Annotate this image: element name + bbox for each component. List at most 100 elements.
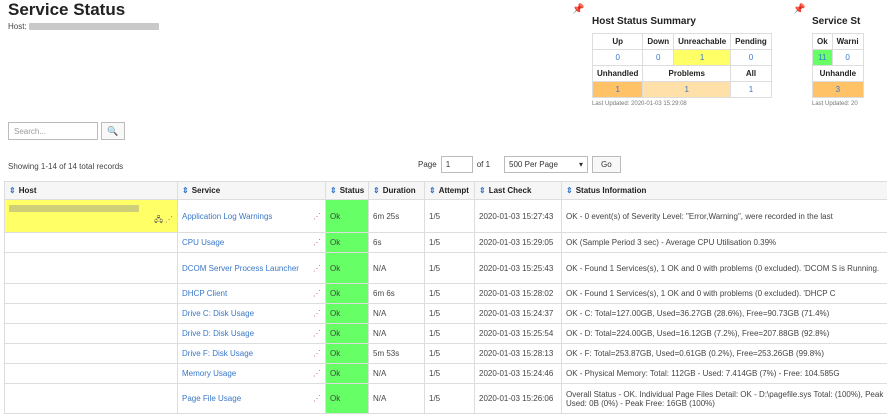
graph-icon: ⋰: [165, 215, 173, 224]
hdr-down: Down: [643, 34, 674, 50]
last-check-cell: 2020-01-03 15:28:13: [475, 344, 562, 364]
service-link[interactable]: Page File Usage: [182, 394, 241, 403]
attempt-cell: 1/5: [425, 384, 475, 414]
sort-icon: ⇕: [330, 186, 337, 195]
graph-icon[interactable]: ⋰: [313, 394, 321, 403]
val-ok[interactable]: 11: [813, 50, 833, 66]
val-all[interactable]: 1: [731, 82, 772, 98]
table-row: DHCP Client⋰ Ok 6m 6s 1/5 2020-01-03 15:…: [5, 284, 887, 304]
attempt-cell: 1/5: [425, 344, 475, 364]
graph-icon[interactable]: ⋰: [313, 238, 321, 247]
val-svc-unhandled[interactable]: 3: [813, 82, 864, 98]
pager: Page 1 of 1 500 Per Page ▾ Go: [418, 156, 621, 173]
host-cell: [5, 233, 178, 253]
val-unreachable[interactable]: 1: [674, 50, 731, 66]
service-link[interactable]: DHCP Client: [182, 289, 227, 298]
host-cell[interactable]: 🖧⋰: [5, 200, 178, 233]
graph-icon[interactable]: ⋰: [313, 264, 321, 273]
col-host[interactable]: ⇕Host: [5, 182, 178, 200]
last-check-cell: 2020-01-03 15:25:43: [475, 253, 562, 284]
col-status-info[interactable]: ⇕Status Information: [562, 182, 887, 200]
service-cell: Drive F: Disk Usage ⋰: [178, 344, 326, 364]
val-warning[interactable]: 0: [832, 50, 863, 66]
col-status-info-label: Status Information: [576, 186, 647, 195]
col-attempt-label: Attempt: [439, 186, 469, 195]
table-row: DCOM Server Process Launcher ⋰ Ok N/A 1/5…: [5, 253, 887, 284]
val-down[interactable]: 0: [643, 50, 674, 66]
page-input[interactable]: 1: [441, 156, 473, 173]
service-link[interactable]: Drive D: Disk Usage: [182, 329, 254, 338]
status-info-cell: OK - C: Total=127.00GB, Used=36.27GB (28…: [562, 304, 887, 324]
col-service[interactable]: ⇕Service: [178, 182, 326, 200]
service-link[interactable]: DCOM Server Process Launcher: [182, 264, 299, 273]
graph-icon[interactable]: ⋰: [313, 289, 321, 298]
status-cell: Ok: [326, 304, 369, 324]
search-button[interactable]: 🔍: [101, 122, 125, 140]
go-button[interactable]: Go: [592, 156, 621, 173]
redacted-host: [9, 205, 139, 212]
host-line: Host:: [8, 22, 159, 31]
status-cell: Ok: [326, 384, 369, 414]
service-cell: Drive C: Disk Usage ⋰: [178, 304, 326, 324]
col-attempt[interactable]: ⇕Attempt: [425, 182, 475, 200]
service-status-summary: Service St Ok Warni 11 0 Unhandle 3 Last…: [812, 16, 864, 107]
service-cell: Application Log Warnings ⋰: [178, 200, 326, 233]
attempt-cell: 1/5: [425, 253, 475, 284]
col-service-label: Service: [192, 186, 220, 195]
service-link[interactable]: Drive F: Disk Usage: [182, 349, 253, 358]
service-link[interactable]: CPU Usage: [182, 238, 224, 247]
host-action-icons[interactable]: 🖧⋰: [154, 214, 173, 228]
status-cell: Ok: [326, 200, 369, 233]
status-info-cell: OK - 0 event(s) of Severity Level: "Erro…: [562, 200, 887, 233]
pin-icon[interactable]: 📌: [572, 4, 584, 15]
table-row: CPU Usage⋰ Ok 6s 1/5 2020-01-03 15:29:05…: [5, 233, 887, 253]
status-info-cell: OK - D: Total=224.00GB, Used=16.12GB (7.…: [562, 324, 887, 344]
service-link[interactable]: Application Log Warnings: [182, 212, 272, 221]
sort-icon: ⇕: [9, 186, 16, 195]
val-up[interactable]: 0: [593, 50, 643, 66]
col-last-check[interactable]: ⇕Last Check: [475, 182, 562, 200]
per-page-value: 500 Per Page: [509, 160, 558, 169]
service-cell: Drive D: Disk Usage ⋰: [178, 324, 326, 344]
host-cell: [5, 344, 178, 364]
page-label: Page: [418, 160, 437, 169]
graph-icon[interactable]: ⋰: [313, 369, 321, 378]
status-cell: Ok: [326, 253, 369, 284]
status-cell: Ok: [326, 364, 369, 384]
val-problems[interactable]: 1: [643, 82, 731, 98]
col-status[interactable]: ⇕Status: [326, 182, 369, 200]
table-row: Drive D: Disk Usage⋰ Ok N/A 1/5 2020-01-…: [5, 324, 887, 344]
last-check-cell: 2020-01-03 15:26:06: [475, 384, 562, 414]
graph-icon[interactable]: ⋰: [313, 309, 321, 318]
service-link[interactable]: Memory Usage: [182, 369, 236, 378]
hdr-unreachable: Unreachable: [674, 34, 731, 50]
search-icon: 🔍: [107, 126, 118, 136]
service-link[interactable]: Drive C: Disk Usage: [182, 309, 254, 318]
col-status-label: Status: [340, 186, 364, 195]
graph-icon[interactable]: ⋰: [313, 212, 321, 221]
table-row: 🖧⋰ Application Log Warnings⋰ Ok 6m 25s 1…: [5, 200, 887, 233]
attempt-cell: 1/5: [425, 233, 475, 253]
duration-cell: N/A: [369, 253, 425, 284]
col-duration[interactable]: ⇕Duration: [369, 182, 425, 200]
duration-cell: N/A: [369, 364, 425, 384]
hdr-svc-unhandled: Unhandle: [813, 66, 864, 82]
col-host-label: Host: [19, 186, 37, 195]
host-status-summary: Host Status Summary Up Down Unreachable …: [592, 16, 772, 107]
host-cell: [5, 324, 178, 344]
service-summary-updated: Last Updated: 20: [812, 101, 864, 107]
dropdown-arrow-icon: ▾: [579, 160, 583, 169]
status-info-cell: OK (Sample Period 3 sec) - Average CPU U…: [562, 233, 887, 253]
val-pending[interactable]: 0: [731, 50, 772, 66]
per-page-select[interactable]: 500 Per Page ▾: [504, 156, 588, 173]
last-check-cell: 2020-01-03 15:24:37: [475, 304, 562, 324]
host-cell: [5, 384, 178, 414]
val-unhandled[interactable]: 1: [593, 82, 643, 98]
graph-icon[interactable]: ⋰: [313, 329, 321, 338]
status-info-cell: OK - Physical Memory: Total: 112GB - Use…: [562, 364, 887, 384]
graph-icon[interactable]: ⋰: [313, 349, 321, 358]
pin-icon[interactable]: 📌: [793, 4, 805, 15]
search-input[interactable]: Search...: [8, 122, 98, 140]
table-row: Page File Usage⋰ Ok N/A 1/5 2020-01-03 1…: [5, 384, 887, 414]
status-cell: Ok: [326, 233, 369, 253]
